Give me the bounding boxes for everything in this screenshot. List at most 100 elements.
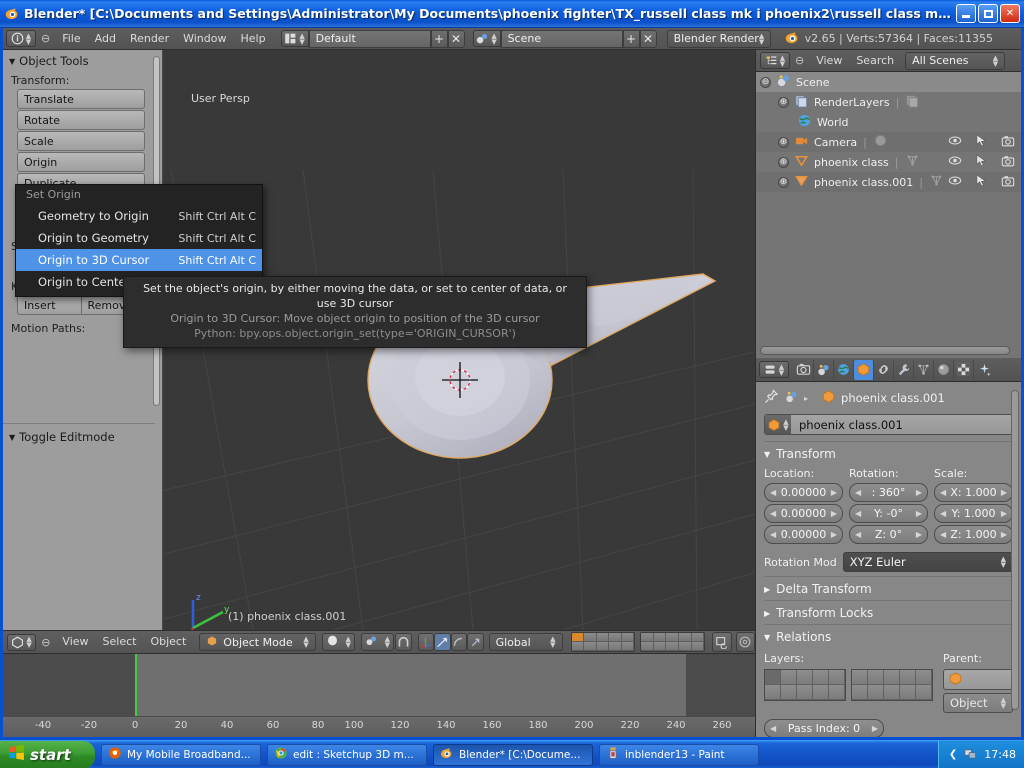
vp-menu-object[interactable]: Object — [143, 633, 193, 651]
origin-button[interactable]: Origin — [17, 152, 145, 172]
rotate-manipulator-icon[interactable] — [434, 633, 451, 651]
rotation-z-field[interactable]: ◀Z: 0°▶ — [849, 525, 928, 544]
outliner-row-phoenix-class-001[interactable]: ⊕ phoenix class.001 | — [756, 172, 1021, 192]
menu-add[interactable]: Add — [88, 30, 123, 48]
outliner-display-mode-select[interactable]: All Scenes ▲▼ — [905, 52, 1005, 70]
properties-tab-object[interactable] — [854, 360, 874, 380]
outliner-row-scene[interactable]: ⊖ Scene — [756, 72, 1021, 92]
delta-transform-panel-header[interactable]: ▶ Delta Transform — [764, 576, 1013, 600]
expand-icon[interactable]: ⊕ — [778, 97, 789, 108]
chevron-right-icon[interactable]: ▶ — [916, 509, 922, 518]
menu-file[interactable]: File — [55, 30, 87, 48]
3d-view-editor-icon[interactable]: ▲▼ — [7, 634, 36, 651]
scene-icon[interactable] — [784, 389, 799, 407]
scale-manipulator-icon[interactable] — [451, 633, 468, 651]
cursor-arrow-icon[interactable] — [976, 154, 987, 170]
scale-z-field[interactable]: ◀Z: 1.000▶ — [934, 525, 1013, 544]
properties-tab-world[interactable] — [834, 360, 854, 380]
location-x-field[interactable]: ◀0.00000▶ — [764, 483, 843, 502]
properties-tab-particles[interactable] — [974, 360, 994, 380]
chevron-right-icon[interactable]: ▶ — [916, 530, 922, 539]
timeline-editor[interactable]: -40 -20 0 20 40 60 80 100 120 140 160 18… — [3, 654, 755, 737]
chevron-right-icon[interactable]: ▶ — [831, 488, 837, 497]
chevron-right-icon[interactable]: ▶ — [916, 488, 922, 497]
clock[interactable]: 17:48 — [984, 748, 1016, 761]
insert-keyframe-button[interactable]: Insert — [17, 295, 82, 315]
menu-item-geometry-to-origin[interactable]: Geometry to Origin Shift Ctrl Alt C — [16, 205, 262, 227]
properties-tab-constraints[interactable] — [874, 360, 894, 380]
eye-icon[interactable] — [948, 175, 962, 189]
menu-render[interactable]: Render — [123, 30, 176, 48]
chevron-right-icon[interactable]: ▶ — [831, 530, 837, 539]
taskbar-item-paint[interactable]: inblender13 - Paint — [599, 744, 759, 766]
scene-field[interactable]: Scene — [501, 30, 623, 48]
properties-scrollbar[interactable] — [1011, 390, 1019, 710]
chevron-right-icon[interactable]: ▶ — [1001, 530, 1007, 539]
chevron-left-icon[interactable]: ◀ — [855, 530, 861, 539]
outliner-row-renderlayers[interactable]: ⊕ RenderLayers | — [756, 92, 1021, 112]
properties-tab-scene[interactable] — [814, 360, 834, 380]
properties-tab-texture[interactable] — [954, 360, 974, 380]
proportional-edit-icon[interactable] — [712, 632, 731, 652]
translate-manipulator-icon[interactable] — [418, 633, 435, 651]
chevron-left-icon[interactable]: ◀ — [770, 530, 776, 539]
close-button[interactable]: ✕ — [1000, 4, 1020, 23]
chevron-right-icon[interactable]: ▶ — [831, 509, 837, 518]
start-button[interactable]: start — [0, 741, 95, 768]
info-editor-icon[interactable]: ▲▼ — [6, 30, 36, 47]
chevron-left-icon[interactable]: ◀ — [770, 509, 776, 518]
cursor-arrow-icon[interactable] — [976, 134, 987, 150]
timeline-track[interactable] — [3, 654, 755, 716]
vp-menu-view[interactable]: View — [55, 633, 95, 651]
viewport-shading-select[interactable]: ▲▼ — [322, 633, 355, 651]
taskbar-item-blender[interactable]: Blender* [C:\Docume... — [433, 744, 593, 766]
rotation-y-field[interactable]: ◀Y: -0°▶ — [849, 504, 928, 523]
render-preview-icon[interactable] — [736, 632, 755, 652]
outliner-scrollbar[interactable] — [760, 346, 1010, 355]
scene-icon[interactable]: ▲▼ — [473, 30, 501, 47]
chevron-left-icon[interactable]: ◀ — [770, 488, 776, 497]
layers-grid-right[interactable] — [851, 669, 933, 701]
pass-index-field[interactable]: ◀ Pass Index: 0 ▶ — [764, 719, 884, 737]
transform-panel-header[interactable]: ▼ Transform — [764, 441, 1013, 465]
menu-help[interactable]: Help — [233, 30, 272, 48]
screen-layout-icon[interactable]: ▲▼ — [281, 30, 309, 47]
ol-menu-search[interactable]: Search — [849, 52, 901, 70]
rotate-button[interactable]: Rotate — [17, 110, 145, 130]
layers-widget-right[interactable] — [640, 632, 705, 652]
location-y-field[interactable]: ◀0.00000▶ — [764, 504, 843, 523]
chevron-left-icon[interactable]: ◀ — [855, 509, 861, 518]
chevron-right-icon[interactable]: ▶ — [1001, 509, 1007, 518]
expand-icon[interactable]: ⊕ — [778, 177, 789, 188]
outliner-row-camera[interactable]: ⊕ Camera | — [756, 132, 1021, 152]
layers-grid-left[interactable] — [764, 669, 846, 701]
properties-tab-material[interactable] — [934, 360, 954, 380]
taskbar-item-sketchup[interactable]: edit : Sketchup 3D m... — [267, 744, 427, 766]
render-engine-select[interactable]: Blender Render ▲▼ — [667, 30, 771, 48]
chevron-right-icon[interactable]: ▶ — [872, 724, 878, 733]
pin-icon[interactable] — [764, 389, 779, 407]
collapse-header-icon[interactable]: ⊖ — [36, 32, 55, 45]
network-icon[interactable] — [963, 746, 978, 764]
cursor-arrow-icon[interactable] — [976, 174, 987, 190]
properties-tab-data[interactable] — [914, 360, 934, 380]
outliner-row-phoenix-class[interactable]: ⊕ phoenix class | — [756, 152, 1021, 172]
vp-menu-select[interactable]: Select — [96, 633, 144, 651]
layers-widget-left[interactable] — [571, 632, 636, 652]
manipulator-mode-icon[interactable] — [467, 633, 484, 651]
menu-window[interactable]: Window — [176, 30, 233, 48]
rotation-mode-select[interactable]: XYZ Euler ▲▼ — [843, 552, 1013, 572]
parent-type-select[interactable]: Object ▲▼ — [943, 693, 1013, 713]
snap-during-transform-icon[interactable] — [395, 633, 412, 651]
object-name-field[interactable]: ▲▼ phoenix class.001 — [764, 414, 1013, 435]
transform-orientation-select[interactable]: Global ▲▼ — [489, 633, 563, 651]
translate-button[interactable]: Translate — [17, 89, 145, 109]
interaction-mode-select[interactable]: Object Mode ▲▼ — [199, 633, 315, 651]
minimize-button[interactable] — [956, 4, 976, 23]
maximize-button[interactable] — [978, 4, 998, 23]
tray-expand-icon[interactable]: ❮ — [949, 749, 957, 760]
delete-layout-button[interactable]: ✕ — [448, 30, 465, 48]
ol-menu-view[interactable]: View — [809, 52, 849, 70]
chevron-left-icon[interactable]: ◀ — [940, 509, 946, 518]
delete-scene-button[interactable]: ✕ — [640, 30, 657, 48]
